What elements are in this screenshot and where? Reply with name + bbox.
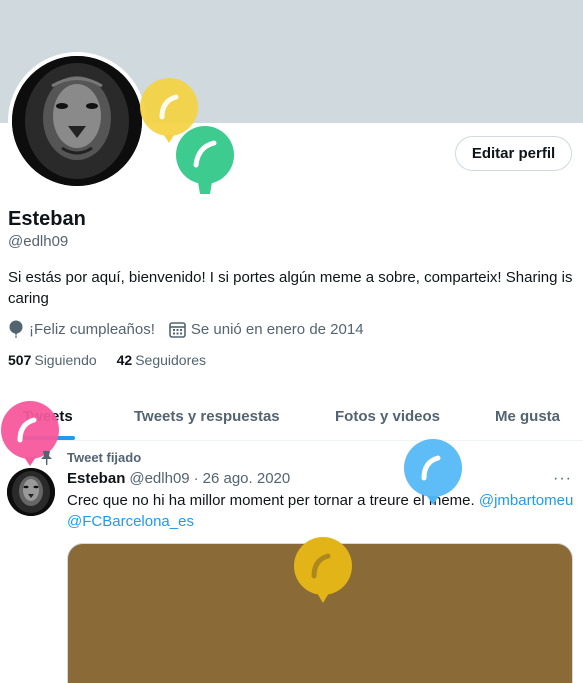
pinned-indicator: Tweet fijado: [40, 450, 141, 465]
balloon-icon: [8, 320, 24, 338]
lion-avatar-image: [12, 56, 142, 186]
gold-balloon-icon: [294, 537, 352, 603]
tweet-separator: ·: [193, 470, 199, 487]
tweet-date[interactable]: 26 ago. 2020: [203, 470, 291, 487]
birthday-text: ¡Feliz cumpleaños!: [29, 320, 155, 338]
tweet-avatar[interactable]: [7, 468, 55, 516]
tab-media[interactable]: Fotos y videos: [335, 393, 440, 440]
profile-meta: ¡Feliz cumpleaños! Se unió en enero de 2…: [8, 320, 378, 338]
following-link[interactable]: 507 Siguiendo: [8, 352, 97, 368]
tweet-author-name[interactable]: Esteban: [67, 470, 125, 487]
followers-count: 42: [116, 352, 133, 368]
followers-link[interactable]: 42 Seguidores: [117, 352, 206, 368]
following-count: 507: [8, 352, 32, 368]
tab-likes[interactable]: Me gusta: [495, 393, 560, 440]
following-label: Siguiendo: [34, 352, 97, 368]
profile-tabs: Tweets Tweets y respuestas Fotos y video…: [0, 393, 583, 441]
tweet-author-handle[interactable]: @edlh09: [129, 470, 189, 487]
joined-text: Se unió en enero de 2014: [190, 320, 364, 338]
pinned-label: Tweet fijado: [67, 450, 142, 465]
mention-link[interactable]: @FCBarcelona_es: [67, 513, 194, 530]
profile-avatar[interactable]: [8, 52, 146, 190]
profile-stats: 507 Siguiendo 42 Seguidores: [8, 352, 226, 368]
edit-profile-button[interactable]: Editar perfil: [455, 136, 572, 171]
lion-avatar-image: [7, 468, 55, 516]
mention-link[interactable]: @jmbartomeu: [479, 492, 573, 509]
joined-item: Se unió en enero de 2014: [169, 321, 364, 338]
profile-handle: @edlh09: [8, 233, 69, 250]
tweet-header: Esteban @edlh09 · 26 ago. 2020: [67, 470, 290, 487]
tweet-text: Crec que no hi ha millor moment per torn…: [67, 490, 577, 532]
profile-name: Esteban: [8, 208, 86, 230]
green-balloon-icon: [176, 126, 234, 194]
profile-bio: Si estás por aquí, bienvenido! I si port…: [8, 269, 573, 307]
tab-tweets-replies[interactable]: Tweets y respuestas: [134, 393, 280, 440]
blue-balloon-icon: [404, 439, 462, 505]
pin-icon: [40, 450, 53, 465]
calendar-icon: [169, 321, 186, 338]
birthday-item: ¡Feliz cumpleaños!: [8, 320, 155, 338]
more-icon[interactable]: ···: [553, 470, 572, 488]
followers-label: Seguidores: [135, 352, 207, 368]
